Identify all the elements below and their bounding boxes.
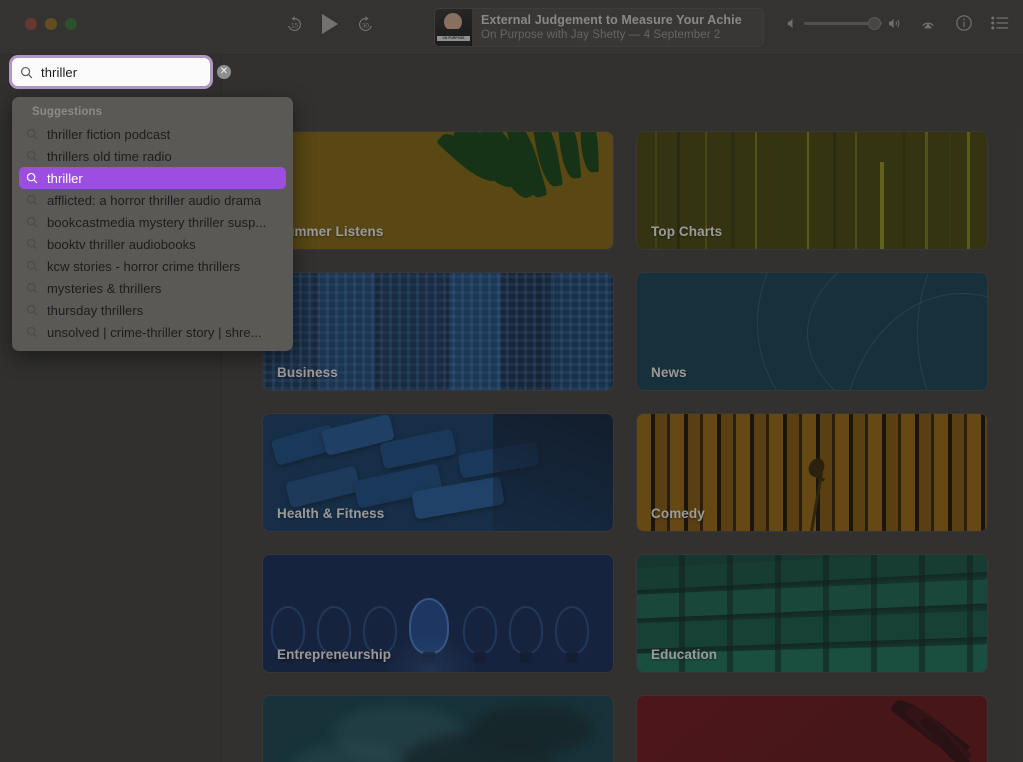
- suggestion-item[interactable]: thrillers old time radio: [19, 145, 286, 167]
- suggestion-item[interactable]: booktv thriller audiobooks: [19, 233, 286, 255]
- now-playing-display[interactable]: ON PURPOSE External Judgement to Measure…: [434, 8, 764, 47]
- volume-slider-track[interactable]: [804, 16, 882, 30]
- category-tile-health-fitness[interactable]: Health & Fitness: [262, 413, 614, 532]
- search-icon: [26, 282, 38, 294]
- volume-control[interactable]: [787, 16, 901, 30]
- suggestion-label: afflicted: a horror thriller audio drama: [47, 192, 262, 208]
- suggestion-item[interactable]: unsolved | crime-thriller story | shre..…: [19, 321, 286, 343]
- search-field[interactable]: ✕: [12, 58, 231, 86]
- tile-artwork: [263, 696, 613, 762]
- search-suggestions-dropdown: Suggestions thriller fiction podcast thr…: [12, 97, 293, 351]
- artwork-caption: ON PURPOSE: [437, 36, 470, 41]
- minimize-window-button[interactable]: [45, 18, 57, 30]
- suggestion-label: thursday thrillers: [47, 302, 144, 318]
- suggestion-item[interactable]: bookcastmedia mystery thriller susp...: [19, 211, 286, 233]
- now-playing-artwork: ON PURPOSE: [435, 9, 472, 46]
- search-icon: [26, 194, 38, 206]
- suggestion-label: kcw stories - horror crime thrillers: [47, 258, 241, 274]
- queue-list-icon[interactable]: [991, 15, 1009, 31]
- search-icon: [20, 66, 33, 79]
- tile-label: News: [651, 365, 687, 380]
- forward-30-button[interactable]: 30: [356, 15, 375, 34]
- category-tile-news[interactable]: News: [636, 272, 988, 391]
- toolbar-right-controls: [787, 14, 1009, 32]
- search-icon: [26, 304, 38, 316]
- category-tile-red[interactable]: [636, 695, 988, 762]
- suggestion-label: thriller fiction podcast: [47, 126, 171, 142]
- info-icon[interactable]: [955, 14, 973, 32]
- suggestion-label: unsolved | crime-thriller story | shre..…: [47, 324, 262, 340]
- category-grid: Summer Listens Top Charts Business News …: [262, 131, 988, 762]
- svg-text:30: 30: [362, 22, 370, 29]
- suggestion-label: bookcastmedia mystery thriller susp...: [47, 214, 267, 230]
- search-input[interactable]: [33, 64, 217, 80]
- podcasts-window: 15 30 ON PURPOSE External Judgement to M…: [0, 0, 1023, 762]
- suggestion-label: thrillers old time radio: [47, 148, 172, 164]
- category-tile-comedy[interactable]: Comedy: [636, 413, 988, 532]
- suggestion-label: thriller: [47, 170, 83, 186]
- search-icon: [26, 216, 38, 228]
- rewind-15-button[interactable]: 15: [285, 15, 304, 34]
- suggestion-item[interactable]: thursday thrillers: [19, 299, 286, 321]
- suggestion-item[interactable]: kcw stories - horror crime thrillers: [19, 255, 286, 277]
- window-toolbar: 15 30 ON PURPOSE External Judgement to M…: [0, 0, 1023, 55]
- suggestion-item-selected[interactable]: thriller: [19, 167, 286, 189]
- tile-label: Health & Fitness: [277, 506, 385, 521]
- playback-controls: 15 30: [285, 13, 375, 35]
- search-icon: [26, 260, 38, 272]
- airplay-icon[interactable]: [919, 14, 937, 32]
- suggestion-label: mysteries & thrillers: [47, 280, 162, 296]
- search-icon: [26, 128, 38, 140]
- search-icon: [26, 238, 38, 250]
- search-icon: [26, 172, 38, 184]
- search-icon: [26, 150, 38, 162]
- category-tile-sky[interactable]: [262, 695, 614, 762]
- clear-search-button[interactable]: ✕: [217, 65, 231, 79]
- volume-high-icon: [889, 18, 900, 28]
- now-playing-title: External Judgement to Measure Your Achie: [481, 12, 742, 27]
- svg-text:15: 15: [291, 22, 299, 29]
- suggestion-item[interactable]: thriller fiction podcast: [19, 123, 286, 145]
- category-tile-top-charts[interactable]: Top Charts: [636, 131, 988, 250]
- suggestion-item[interactable]: mysteries & thrillers: [19, 277, 286, 299]
- close-window-button[interactable]: [25, 18, 37, 30]
- tile-label: Top Charts: [651, 224, 723, 239]
- suggestions-header: Suggestions: [32, 106, 103, 118]
- suggestion-label: booktv thriller audiobooks: [47, 236, 196, 252]
- category-tile-summer-listens[interactable]: Summer Listens: [262, 131, 614, 250]
- search-icon: [26, 326, 38, 338]
- tile-artwork: [637, 696, 987, 762]
- category-tile-education[interactable]: Education: [636, 554, 988, 673]
- tile-label: Comedy: [651, 506, 705, 521]
- tile-artwork: [637, 273, 987, 390]
- main-content: Browse Categories Summer Listens: [222, 55, 1023, 762]
- play-button[interactable]: [320, 13, 340, 35]
- suggestion-item[interactable]: afflicted: a horror thriller audio drama: [19, 189, 286, 211]
- volume-low-icon: [787, 18, 793, 28]
- tile-label: Entrepreneurship: [277, 647, 392, 662]
- tile-label: Education: [651, 647, 718, 662]
- category-tile-business[interactable]: Business: [262, 272, 614, 391]
- zoom-window-button[interactable]: [65, 18, 77, 30]
- now-playing-subtitle: On Purpose with Jay Shetty — 4 September…: [481, 28, 721, 41]
- traffic-lights: [25, 18, 77, 30]
- category-tile-entrepreneurship[interactable]: Entrepreneurship: [262, 554, 614, 673]
- tile-label: Business: [277, 365, 338, 380]
- volume-slider-knob[interactable]: [868, 16, 881, 30]
